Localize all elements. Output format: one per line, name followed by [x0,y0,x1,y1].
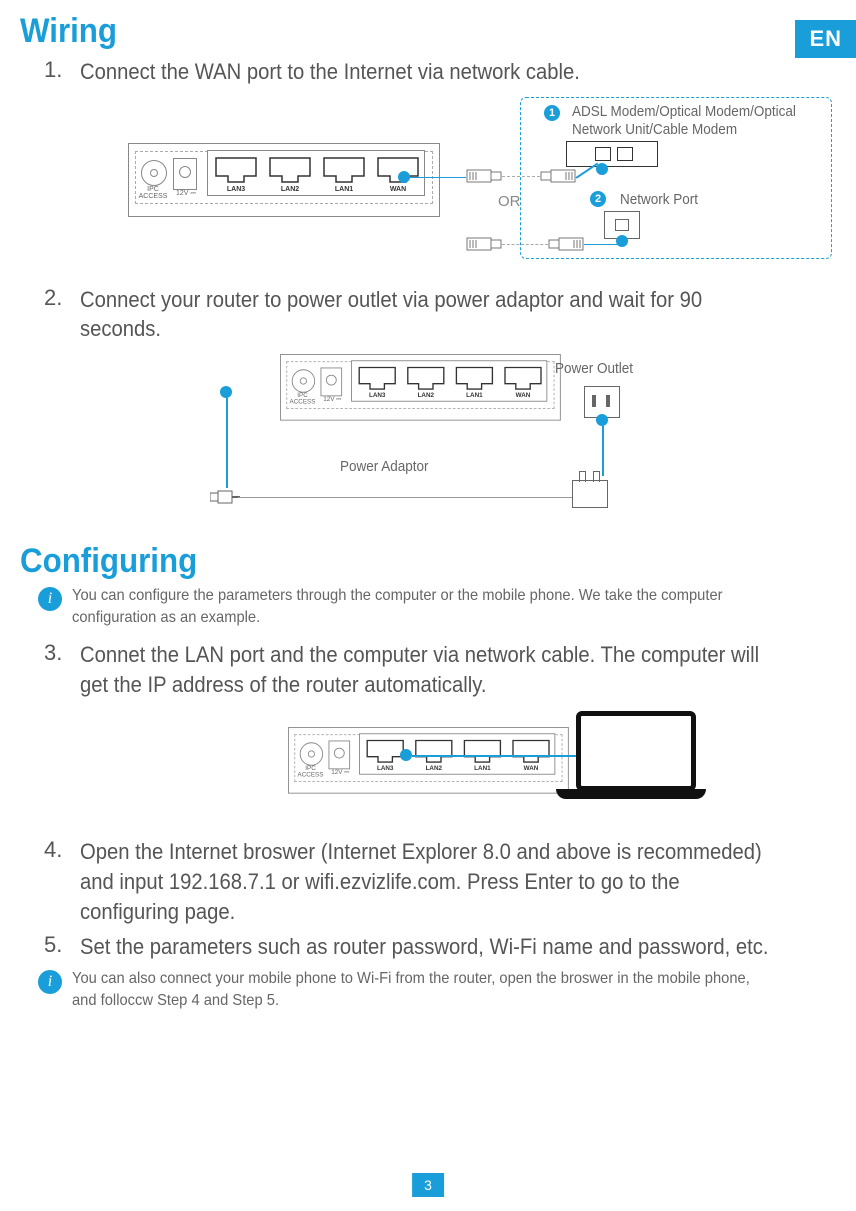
step-number: 1. [44,57,80,87]
network-port-label: Network Port [620,191,698,208]
info-text: You can also connect your mobile phone t… [72,968,775,1013]
step-text: Connect the WAN port to the Internet via… [80,57,776,87]
option-badge-1: 1 [544,105,560,121]
step-3: 3. Connet the LAN port and the computer … [44,640,836,699]
heading-configuring: Configuring [20,542,771,581]
page-number: 3 [412,1173,444,1197]
rj45-plug-icon [540,169,576,183]
12v-label: 12V ⎓ [171,190,201,198]
step-2: 2. Connect your router to power outlet v… [44,285,836,344]
figure-lan-to-computer: IPC ACCESS 12V ⎓ LAN3 LAN2 LAN1 WAN [20,709,836,819]
step-text: Connect your router to power outlet via … [80,285,776,344]
step-1: 1. Connect the WAN port to the Internet … [44,57,836,87]
rj45-plug-icon [466,169,502,183]
step-text: Open the Internet broswer (Internet Expl… [80,837,776,926]
port-label-lan1: LAN1 [322,186,366,193]
info-text: You can configure the parameters through… [72,585,775,630]
port-label-lan3: LAN3 [214,186,258,193]
step-5: 5. Set the parameters such as router pas… [44,932,836,962]
modem-label: ADSL Modem/Optical Modem/Optical Network… [572,103,797,141]
callout-dot-icon [596,414,608,426]
rj45-plug-icon [466,237,502,251]
step-number: 4. [44,837,80,926]
power-adaptor-label: Power Adaptor [340,458,429,475]
step-number: 5. [44,932,80,962]
callout-dot-icon [220,386,232,398]
figure-wiring-power: IPC ACCESS 12V ⎓ LAN3 LAN2 LAN1 WAN Powe… [20,354,836,524]
modem-icon [566,141,658,167]
language-tab: EN [795,20,856,58]
power-outlet-label: Power Outlet [555,360,633,377]
power-brick-icon [572,480,608,508]
step-number: 2. [44,285,80,344]
step-number: 3. [44,640,80,699]
or-label: OR [498,193,521,210]
dc-plug-icon [210,490,240,509]
port-label-lan2: LAN2 [268,186,312,193]
heading-wiring: Wiring [20,12,771,51]
router-back-panel: IPC ACCESS 12V ⎓ LAN3 LAN2 LAN1 WAN [288,727,569,794]
ipc-label: IPC ACCESS [135,186,171,200]
power-jack-icon [173,158,197,190]
callout-dot-icon [596,163,608,175]
info-note-2: i You can also connect your mobile phone… [38,968,836,1013]
ipc-access-button-icon [141,160,167,186]
router-back-panel: IPC ACCESS 12V ⎓ LAN3 LAN2 LAN1 WAN [128,143,440,217]
step-text: Connet the LAN port and the computer via… [80,640,776,699]
port-label-wan: WAN [376,186,420,193]
laptop-icon [576,711,706,799]
step-text: Set the parameters such as router passwo… [80,932,776,962]
info-note-1: i You can configure the parameters throu… [38,585,836,630]
info-icon: i [38,970,62,994]
figure-wiring-wan: IPC ACCESS 12V ⎓ LAN3 LAN2 LAN1 WAN 1 AD… [20,97,836,267]
info-icon: i [38,587,62,611]
router-back-panel: IPC ACCESS 12V ⎓ LAN3 LAN2 LAN1 WAN [280,354,561,421]
step-4: 4. Open the Internet broswer (Internet E… [44,837,836,926]
rj45-plug-icon [548,237,584,251]
option-badge-2: 2 [590,191,606,207]
